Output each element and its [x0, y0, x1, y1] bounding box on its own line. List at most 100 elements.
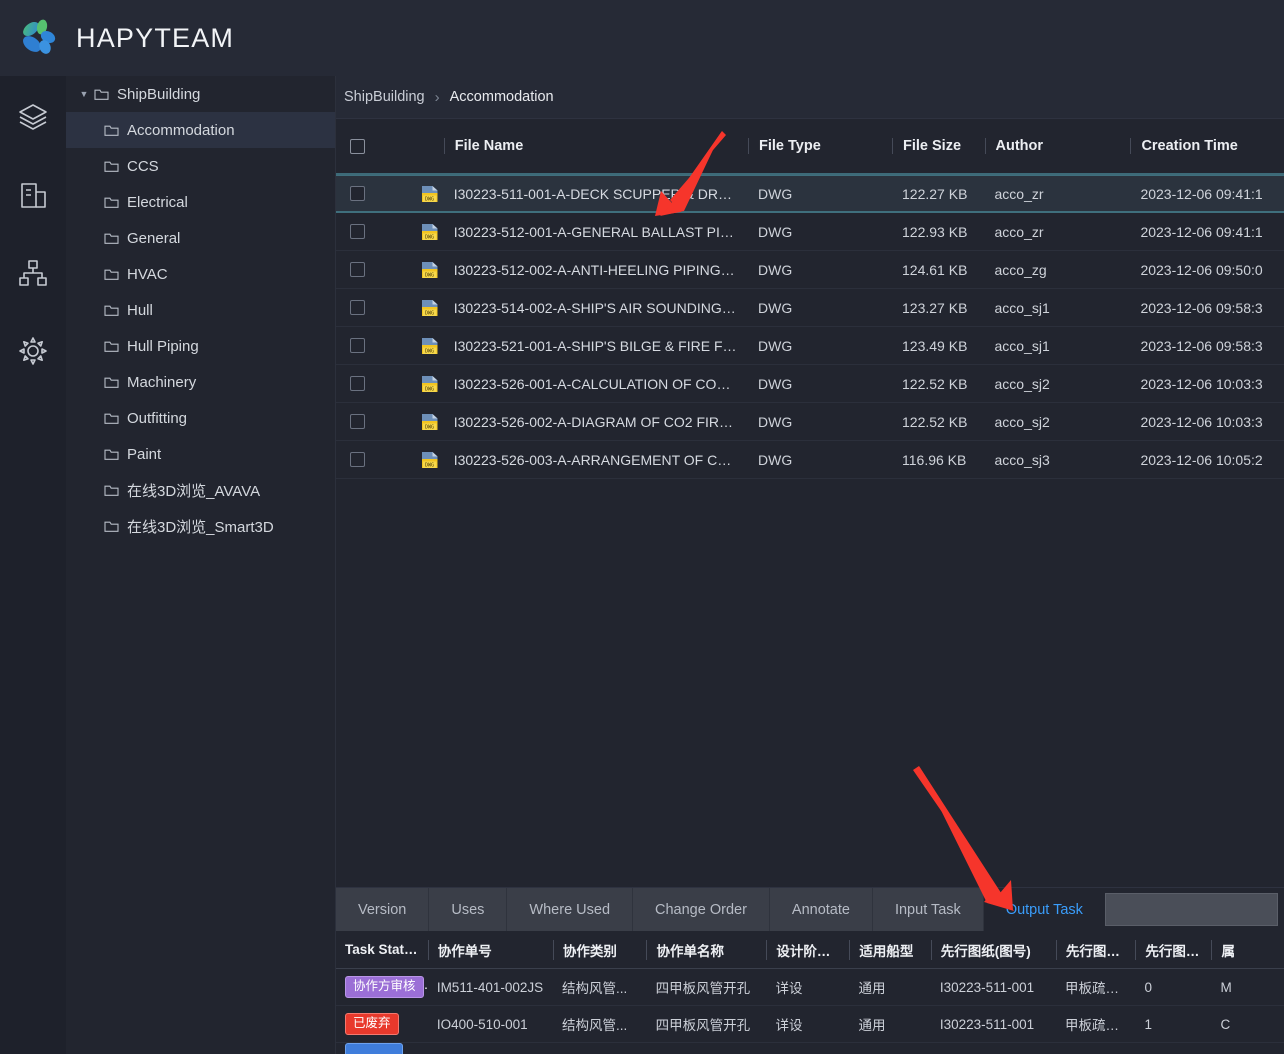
column-header-extra[interactable]: 属	[1211, 939, 1284, 960]
task-row[interactable]	[336, 1043, 1284, 1054]
tree-item-4[interactable]: General	[66, 220, 335, 256]
tab-change-order[interactable]: Change Order	[633, 888, 770, 931]
cell-task-status	[336, 1043, 428, 1054]
folder-icon	[104, 268, 119, 281]
tree-item-5[interactable]: HVAC	[66, 256, 335, 292]
column-header-category[interactable]: 协作类别	[552, 939, 647, 960]
app-root: HAPYTEAM ▼ ShipBuilding Accommodation CC…	[0, 0, 1284, 1054]
cell-design-stage: 详设	[775, 1018, 803, 1033]
cell-author: acco_zg	[994, 261, 1047, 278]
column-header-lead-drawing-no[interactable]: 先行图纸(图号)	[930, 939, 1056, 960]
cell-order-name: 四甲板风管开孔	[655, 1018, 751, 1033]
cell-author: acco_sj1	[994, 337, 1050, 354]
row-checkbox[interactable]	[349, 224, 365, 239]
file-row[interactable]: DWG I30223-521-001-A-SHIP'S BILGE & FIRE …	[336, 327, 1284, 365]
tree-item-8[interactable]: Machinery	[66, 364, 335, 400]
icon-rail	[0, 76, 66, 1054]
cell-file-type: DWG	[758, 261, 793, 278]
file-table-header: File Name File Type File Size Author Cre…	[336, 119, 1284, 175]
column-header-order-name[interactable]: 协作单名称	[646, 939, 766, 960]
layers-icon[interactable]	[10, 94, 56, 140]
row-checkbox[interactable]	[349, 414, 365, 429]
svg-text:DWG: DWG	[425, 424, 434, 430]
svg-text:DWG: DWG	[425, 348, 434, 354]
row-checkbox[interactable]	[349, 186, 365, 201]
breadcrumb-root[interactable]: ShipBuilding	[344, 89, 425, 105]
file-row[interactable]: DWG I30223-512-001-A-GENERAL BALLAST PIPN…	[336, 213, 1284, 251]
row-checkbox[interactable]	[349, 376, 365, 391]
file-row[interactable]: DWG I30223-526-001-A-CALCULATION OF CO2 F…	[336, 365, 1284, 403]
tab-version[interactable]: Version	[336, 888, 430, 931]
column-header-task-status[interactable]: Task Status	[336, 942, 428, 957]
tab-uses[interactable]: Uses	[429, 888, 508, 931]
tree-item-label: CCS	[127, 157, 159, 175]
column-header-file-type[interactable]: File Type	[747, 138, 892, 154]
row-checkbox[interactable]	[349, 262, 365, 277]
tree-root-shipbuilding[interactable]: ▼ ShipBuilding	[66, 76, 335, 112]
column-header-ship-type[interactable]: 适用船型	[849, 939, 930, 960]
column-header-creation-time[interactable]: Creation Time	[1130, 138, 1284, 154]
column-header-author[interactable]: Author	[984, 138, 1131, 154]
column-header-lead-drawing-rev[interactable]: 先行图纸...	[1135, 939, 1211, 960]
folder-icon	[104, 340, 119, 353]
breadcrumb-current[interactable]: Accommodation	[450, 89, 554, 105]
cell-author: acco_zr	[994, 223, 1044, 240]
tab-input-task[interactable]: Input Task	[872, 888, 984, 931]
row-checkbox[interactable]	[349, 452, 365, 467]
column-header-file-size[interactable]: File Size	[892, 138, 985, 154]
flower-logo-icon	[0, 16, 76, 60]
tab-annotate[interactable]: Annotate	[769, 888, 873, 931]
gear-icon[interactable]	[10, 328, 56, 374]
detail-tabs: Version Uses Where Used Change Order Annotat…	[336, 888, 1105, 931]
tree-item-6[interactable]: Hull	[66, 292, 335, 328]
file-row[interactable]: DWG I30223-511-001-A-DECK SCUPPER & DRAIN…	[336, 175, 1284, 213]
cell-creation-time: 2023-12-06 09:41:1	[1140, 223, 1263, 240]
task-row[interactable]: 协作方审核 IM511-401-002JS 结构风管... 四甲板风管开孔 详设 通用 I3…	[336, 969, 1284, 1006]
cell-file-size: 122.93 KB	[902, 223, 968, 240]
svg-text:DWG: DWG	[425, 386, 434, 392]
tree-item-10[interactable]: Paint	[66, 436, 335, 472]
tree-item-3[interactable]: Electrical	[66, 184, 335, 220]
tab-output-task[interactable]: Output Task	[983, 888, 1105, 931]
app-header: HAPYTEAM	[0, 0, 1284, 76]
cell-file-name: I30223-514-002-A-SHIP'S AIR SOUNDING & F…	[453, 299, 748, 316]
tree-item-1[interactable]: Accommodation	[66, 112, 335, 148]
tree-item-label: 在线3D浏览_Smart3D	[127, 518, 274, 536]
sitemap-icon[interactable]	[10, 250, 56, 296]
task-table-header: Task Status 协作单号 协作类别 协作单名称 设计阶段... 适用船型…	[336, 931, 1284, 969]
chevron-down-icon[interactable]: ▼	[76, 89, 92, 99]
row-checkbox[interactable]	[349, 338, 365, 353]
column-header-order-no[interactable]: 协作单号	[427, 939, 553, 960]
cell-extra: C	[1220, 1016, 1231, 1032]
tree-item-11[interactable]: 在线3D浏览_AVAVA	[66, 472, 335, 508]
tree-item-7[interactable]: Hull Piping	[66, 328, 335, 364]
column-header-design-stage[interactable]: 设计阶段...	[766, 939, 849, 960]
cell-author: acco_sj2	[994, 413, 1050, 430]
select-all-checkbox[interactable]	[349, 138, 365, 154]
status-badge	[345, 1043, 403, 1054]
file-row[interactable]: DWG I30223-526-003-A-ARRANGEMENT OF CO2 .…	[336, 441, 1284, 479]
breadcrumb: ShipBuilding › Accommodation	[336, 76, 1284, 119]
file-row[interactable]: DWG I30223-514-002-A-SHIP'S AIR SOUNDING …	[336, 289, 1284, 327]
cell-category: 结构风管...	[562, 981, 628, 996]
row-checkbox[interactable]	[349, 300, 365, 315]
cell-author: acco_sj1	[994, 299, 1050, 316]
file-row[interactable]: DWG I30223-512-002-A-ANTI-HEELING PIPING.…	[336, 251, 1284, 289]
column-header-lead-drawing-name[interactable]: 先行图纸...	[1055, 939, 1136, 960]
tree-item-12[interactable]: 在线3D浏览_Smart3D	[66, 508, 335, 544]
task-row[interactable]: 已废弃 IO400-510-001 结构风管... 四甲板风管开孔 详设 通用 I30223…	[336, 1006, 1284, 1043]
tree-item-2[interactable]: CCS	[66, 148, 335, 184]
cell-file-size: 122.27 KB	[902, 185, 968, 202]
tree-item-9[interactable]: Outfitting	[66, 400, 335, 436]
building-chart-icon[interactable]	[10, 172, 56, 218]
file-row[interactable]: DWG I30223-526-002-A-DIAGRAM OF CO2 FIRE …	[336, 403, 1284, 441]
cell-extra: M	[1220, 979, 1232, 995]
column-header-file-name[interactable]: File Name	[443, 138, 748, 154]
tree-item-label: HVAC	[127, 265, 168, 283]
tab-where-used[interactable]: Where Used	[507, 888, 634, 931]
cell-order-name: 四甲板风管开孔	[655, 981, 751, 996]
svg-text:DWG: DWG	[425, 234, 434, 240]
tree-item-label: 在线3D浏览_AVAVA	[127, 482, 261, 500]
folder-tree: ▼ ShipBuilding Accommodation CCS Electrica…	[66, 76, 336, 1054]
cell-author: acco_zr	[994, 185, 1044, 202]
